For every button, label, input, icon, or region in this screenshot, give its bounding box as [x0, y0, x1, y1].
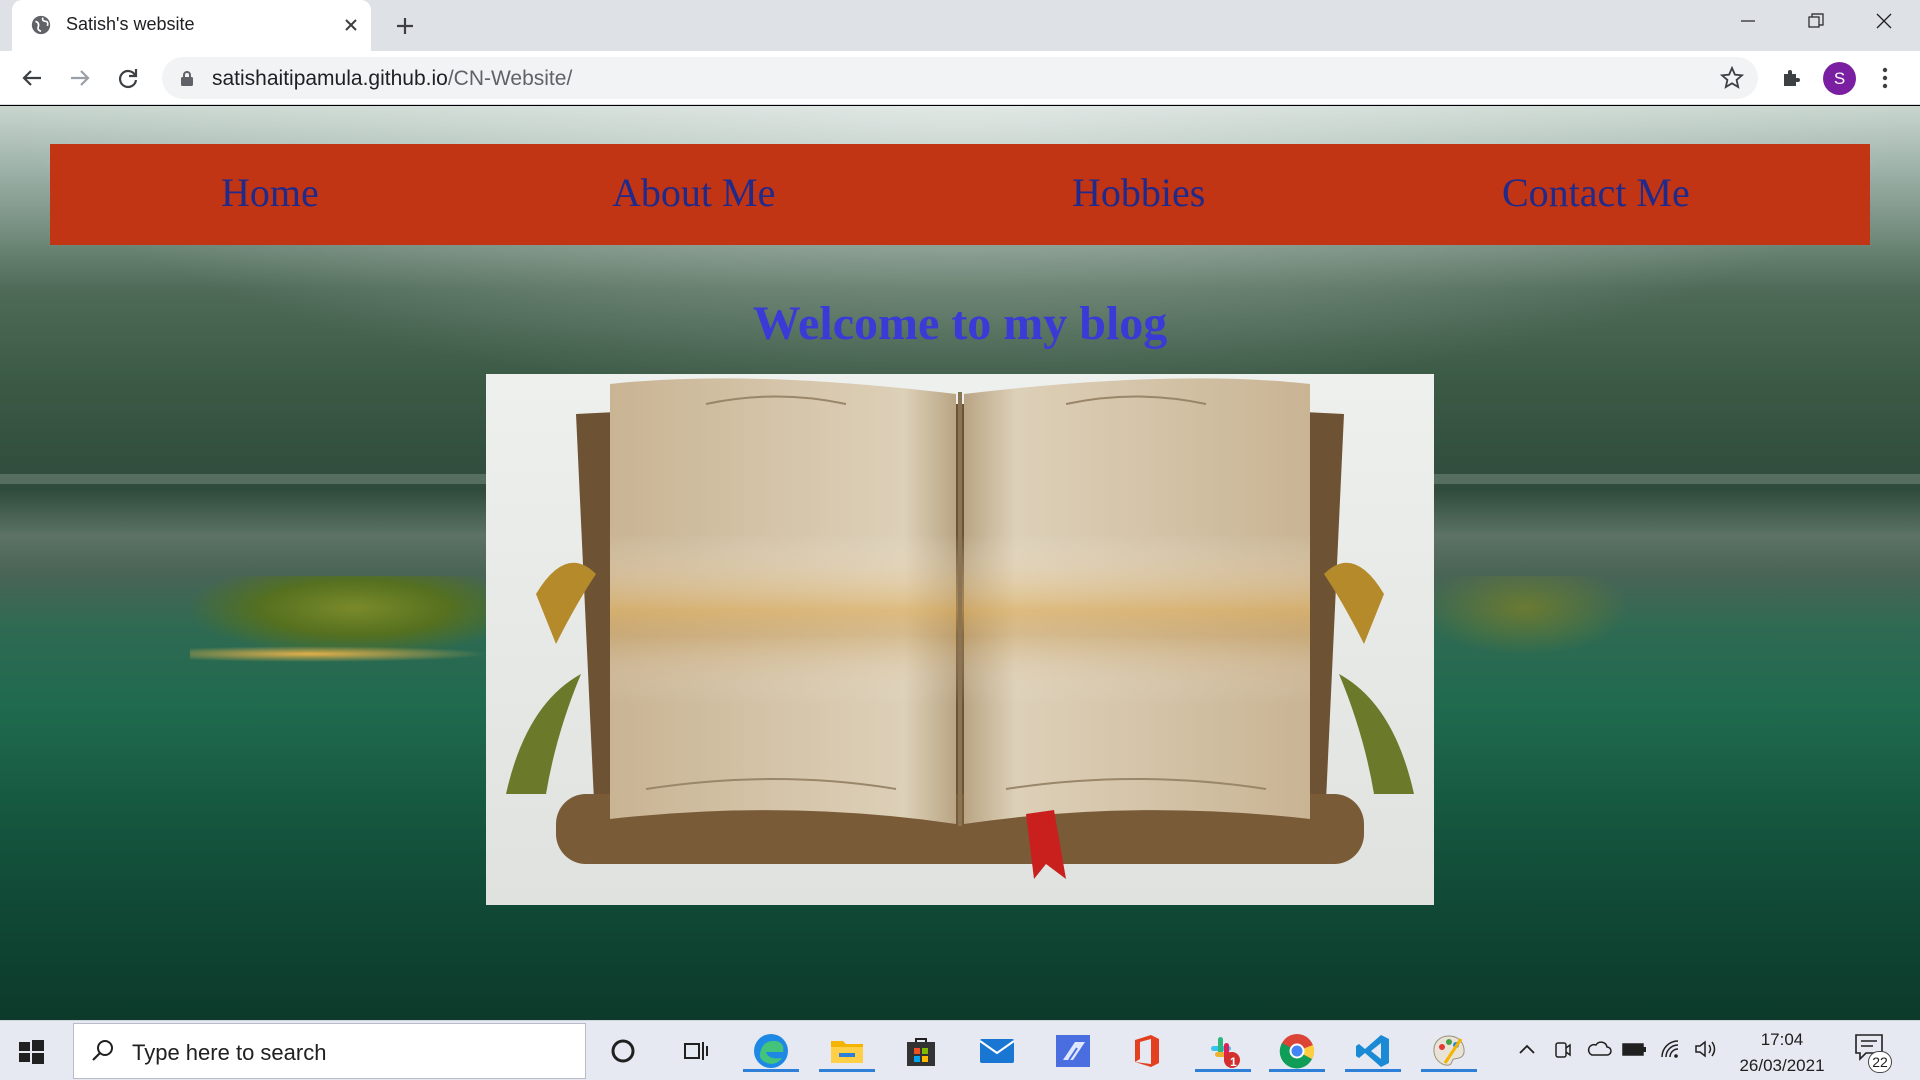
office-icon	[1135, 1035, 1159, 1067]
extensions-button[interactable]	[1774, 60, 1810, 96]
chrome-app[interactable]	[1269, 1030, 1325, 1072]
volume-icon[interactable]	[1694, 1039, 1720, 1059]
restore-button[interactable]	[1782, 0, 1850, 42]
url-text: satishaitipamula.github.io/CN-Website/	[212, 67, 572, 91]
forward-button[interactable]	[62, 60, 98, 96]
meet-now-icon[interactable]	[1554, 1039, 1572, 1061]
wifi-icon[interactable]	[1660, 1039, 1684, 1059]
running-indicator	[743, 1069, 799, 1072]
open-book-image	[486, 374, 1434, 905]
folder-icon	[831, 1041, 863, 1063]
paint-3d-app[interactable]	[1421, 1030, 1477, 1072]
background-island-shore	[190, 646, 490, 662]
arrow-left-icon	[22, 70, 41, 86]
page-viewport: Home About Me Hobbies Contact Me Welcome…	[0, 106, 1920, 1020]
office-app[interactable]	[1126, 1030, 1168, 1072]
vscode-app[interactable]	[1345, 1030, 1401, 1072]
nav-link-hobbies[interactable]: Hobbies	[1072, 169, 1205, 216]
edge-app[interactable]	[743, 1030, 799, 1072]
tab-close-button[interactable]	[337, 11, 365, 39]
slack-badge: 1	[1230, 1055, 1237, 1069]
battery-icon[interactable]	[1622, 1039, 1648, 1059]
open-book-illustration	[506, 378, 1414, 879]
notification-count-badge: 22	[1868, 1051, 1892, 1073]
url-path: /CN-Website/	[447, 67, 573, 90]
nav-link-contact-me[interactable]: Contact Me	[1502, 169, 1690, 216]
taskbar-clock[interactable]: 17:04 26/03/2021	[1730, 1027, 1834, 1079]
new-tab-button[interactable]	[389, 10, 421, 42]
reload-button[interactable]	[110, 60, 146, 96]
search-placeholder: Type here to search	[132, 1040, 327, 1065]
puzzle-icon	[1784, 70, 1800, 86]
start-button[interactable]	[14, 1035, 48, 1069]
running-indicator	[1195, 1069, 1251, 1072]
paint-palette-icon	[1433, 1035, 1465, 1066]
nav-link-home[interactable]: Home	[221, 169, 319, 216]
profile-avatar[interactable]: S	[1823, 62, 1856, 95]
running-indicator	[819, 1069, 875, 1072]
globe-icon	[31, 15, 51, 35]
chrome-icon	[1279, 1034, 1315, 1069]
onedrive-cloud-icon[interactable]	[1586, 1039, 1612, 1059]
store-bag-icon	[907, 1038, 935, 1066]
minimize-icon	[1741, 20, 1755, 22]
lock-icon	[181, 71, 193, 86]
back-button[interactable]	[14, 60, 50, 96]
browser-menu-button[interactable]	[1870, 60, 1900, 96]
browser-tab[interactable]: Satish's website	[12, 0, 371, 51]
close-window-button[interactable]	[1850, 0, 1918, 42]
tab-strip: Satish's website	[0, 0, 1920, 51]
mail-app[interactable]	[976, 1030, 1018, 1072]
taskbar-search-box[interactable]: Type here to search	[73, 1023, 586, 1079]
task-view-button[interactable]	[674, 1030, 716, 1072]
store-app[interactable]	[900, 1030, 942, 1072]
close-icon	[1876, 13, 1892, 29]
vscode-icon	[1356, 1035, 1389, 1067]
reload-icon	[118, 69, 138, 89]
search-icon	[92, 1040, 113, 1061]
site-navbar: Home About Me Hobbies Contact Me	[50, 144, 1870, 245]
close-icon	[345, 19, 357, 31]
power-automate-app[interactable]	[1052, 1030, 1094, 1072]
tab-title: Satish's website	[66, 14, 195, 34]
background-island	[1420, 576, 1630, 656]
running-indicator	[1421, 1069, 1477, 1072]
star-icon[interactable]	[1720, 66, 1744, 90]
address-bar[interactable]: satishaitipamula.github.io/CN-Website/	[162, 57, 1758, 99]
windows-taskbar: Type here to search 1 17:04 26/03/2021 2…	[0, 1020, 1920, 1080]
running-indicator	[1345, 1069, 1401, 1072]
windows-icon	[19, 1040, 44, 1064]
background-island	[190, 576, 520, 656]
clock-date: 26/03/2021	[1739, 1056, 1825, 1075]
edge-icon	[754, 1034, 788, 1068]
nav-link-about-me[interactable]: About Me	[612, 169, 775, 216]
clock-time: 17:04	[1760, 1030, 1804, 1049]
mail-icon	[979, 1039, 1015, 1063]
minimize-button[interactable]	[1714, 0, 1782, 42]
file-explorer-app[interactable]	[819, 1030, 875, 1072]
power-automate-icon	[1056, 1035, 1090, 1067]
plus-icon	[397, 18, 413, 34]
chevron-up-icon[interactable]	[1518, 1039, 1536, 1059]
restore-icon	[1808, 13, 1824, 28]
url-host: satishaitipamula.github.io	[212, 67, 448, 90]
more-vertical-icon	[1882, 67, 1888, 89]
running-indicator	[1269, 1069, 1325, 1072]
arrow-right-icon	[71, 70, 90, 86]
welcome-heading: Welcome to my blog	[752, 297, 1168, 350]
slack-app[interactable]: 1	[1195, 1030, 1251, 1072]
task-view-icon	[684, 1042, 708, 1060]
cortana-icon	[611, 1039, 635, 1063]
browser-toolbar: satishaitipamula.github.io/CN-Website/ S	[0, 51, 1920, 105]
cortana-button[interactable]	[602, 1030, 644, 1072]
